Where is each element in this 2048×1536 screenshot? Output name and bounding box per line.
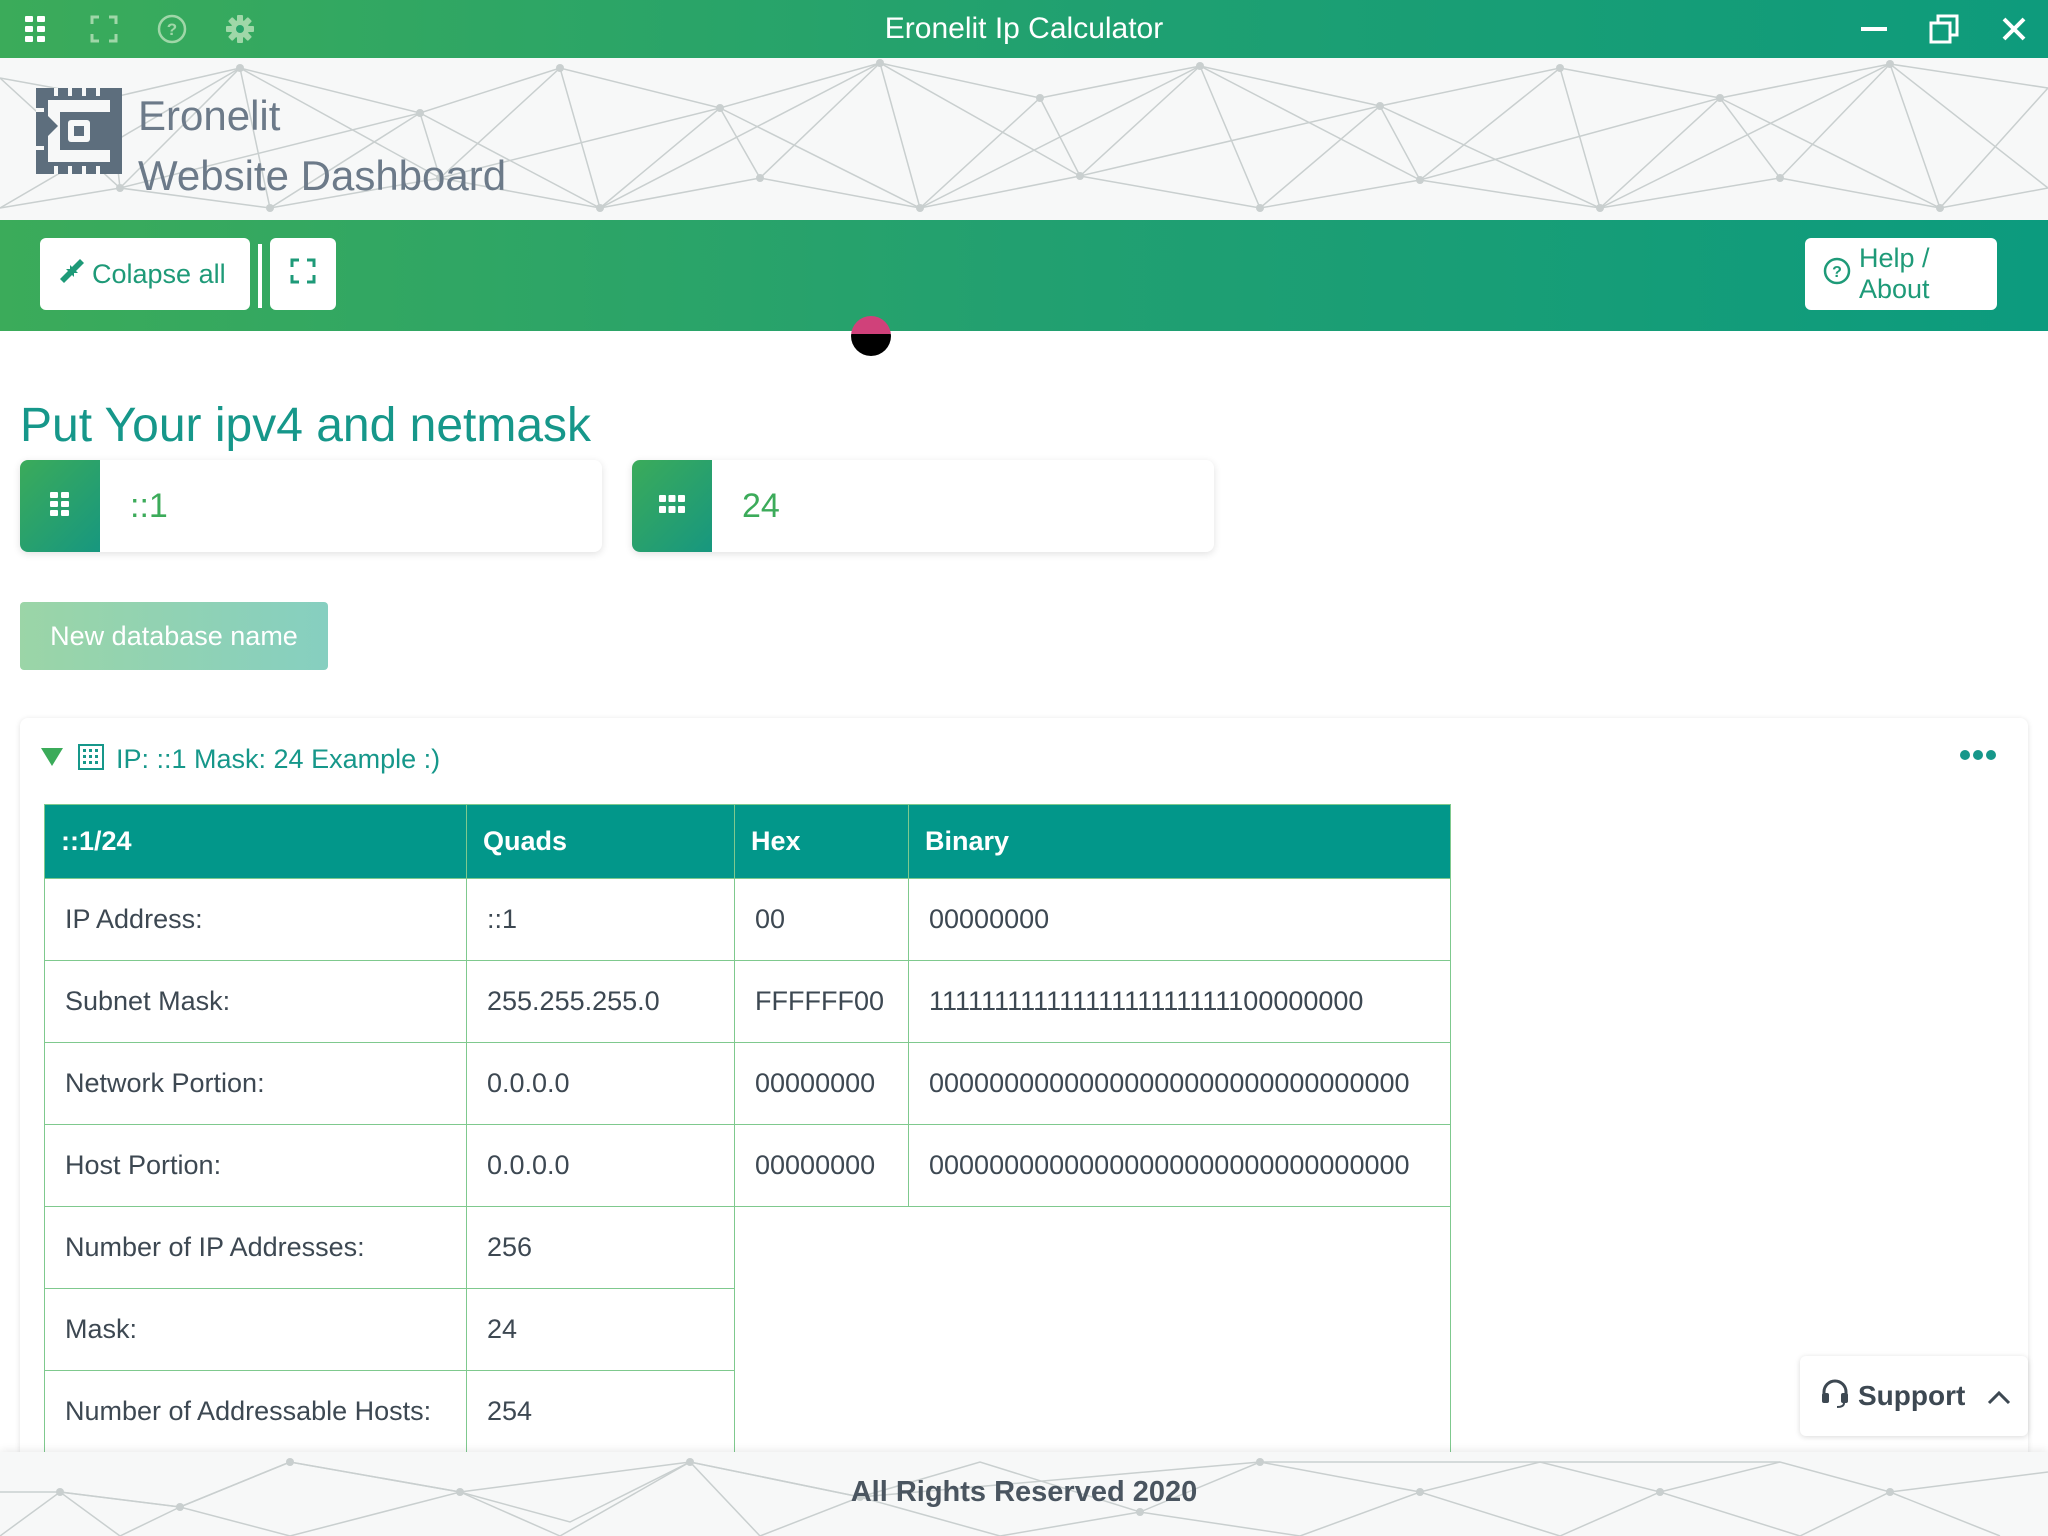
table-row: Number of IP Addresses: 256 xyxy=(44,1206,1451,1453)
column-header: Quads xyxy=(466,804,735,879)
settings-gear-icon[interactable] xyxy=(218,7,262,51)
new-database-name-button[interactable]: New database name xyxy=(20,602,328,670)
table-cell: IP Address: xyxy=(44,878,467,961)
close-icon[interactable] xyxy=(1992,7,2036,51)
question-circle-icon: ? xyxy=(1823,257,1851,292)
ip-addon xyxy=(20,460,100,552)
ip-calc-table: ::1/24 Quads Hex Binary IP Address: ::1 … xyxy=(44,804,1451,1453)
result-card: IP: ::1 Mask: 24 Example :) ::1/24 Quads… xyxy=(20,718,2028,1498)
collapse-triangle-icon[interactable] xyxy=(40,747,64,772)
support-label: Support xyxy=(1858,1380,1966,1411)
help-icon[interactable]: ? xyxy=(150,7,194,51)
svg-text:?: ? xyxy=(1832,264,1842,281)
eronelit-logo xyxy=(34,86,124,181)
table-cell: 255.255.255.0 xyxy=(466,960,735,1043)
grid-pattern-icon xyxy=(78,744,104,775)
compress-arrows-icon xyxy=(58,257,86,292)
apps-grid-icon[interactable] xyxy=(14,7,58,51)
table-cell: Subnet Mask: xyxy=(44,960,467,1043)
table-cell: 11111111111111111111111100000000 xyxy=(908,960,1451,1043)
grid-dots-icon xyxy=(659,494,685,518)
fullscreen-icon[interactable] xyxy=(82,7,126,51)
expand-icon xyxy=(290,258,316,291)
collapse-all-button[interactable]: Colapse all xyxy=(40,238,250,310)
mask-input-group xyxy=(632,460,1214,552)
table-cell: ::1 xyxy=(466,878,735,961)
table-cell: 0.0.0.0 xyxy=(466,1042,735,1125)
more-options-icon[interactable] xyxy=(1960,750,1996,760)
table-cell: 00 xyxy=(734,878,909,961)
page-heading: Put Your ipv4 and netmask xyxy=(20,399,592,452)
table-row: Network Portion: 0.0.0.0 00000000 000000… xyxy=(44,1042,1451,1125)
table-cell: 00000000 xyxy=(908,878,1451,961)
table-cell: Network Portion: xyxy=(44,1042,467,1125)
headset-icon xyxy=(1820,1378,1850,1415)
table-cell: Mask: xyxy=(44,1288,467,1371)
table-cell: 00000000000000000000000000000000 xyxy=(908,1042,1451,1125)
minimize-icon[interactable] xyxy=(1852,7,1896,51)
window-title: Eronelit Ip Calculator xyxy=(884,12,1164,45)
netmask-input[interactable] xyxy=(712,460,1214,552)
table-cell: 24 xyxy=(466,1288,735,1371)
empty-cell xyxy=(734,1206,1451,1453)
column-header: Binary xyxy=(908,804,1451,879)
footer: All Rights Reserved 2020 xyxy=(0,1452,2048,1536)
column-header: Hex xyxy=(734,804,909,879)
table-cell: 254 xyxy=(466,1370,735,1453)
table-row: Subnet Mask: 255.255.255.0 FFFFFF00 1111… xyxy=(44,960,1451,1043)
column-header: ::1/24 xyxy=(44,804,467,879)
title-bar: ? Eronelit Ip Calculator xyxy=(0,0,2048,58)
help-about-button[interactable]: ? Help / About xyxy=(1805,238,1997,310)
card-title: IP: ::1 Mask: 24 Example :) xyxy=(116,744,441,774)
brand-name: Eronelit xyxy=(138,92,281,139)
ip-input-group xyxy=(20,460,602,552)
table-cell: 256 xyxy=(466,1206,735,1289)
table-row: Host Portion: 0.0.0.0 00000000 000000000… xyxy=(44,1124,1451,1207)
table-cell: 00000000 xyxy=(734,1042,909,1125)
collapse-all-label: Colapse all xyxy=(92,258,226,289)
table-cell: 00000000 xyxy=(734,1124,909,1207)
mask-addon xyxy=(632,460,712,552)
table-cell: FFFFFF00 xyxy=(734,960,909,1043)
chevron-up-icon xyxy=(1987,1380,2011,1412)
grid-dots-icon xyxy=(50,491,70,521)
table-cell: Number of IP Addresses: xyxy=(44,1206,467,1289)
svg-text:?: ? xyxy=(167,20,177,39)
toolbar-divider xyxy=(258,244,262,308)
table-row: IP Address: ::1 00 00000000 xyxy=(44,878,1451,961)
support-widget-button[interactable]: Support xyxy=(1800,1356,2028,1436)
table-cell: Number of Addressable Hosts: xyxy=(44,1370,467,1453)
table-cell: Host Portion: xyxy=(44,1124,467,1207)
restore-icon[interactable] xyxy=(1922,7,1966,51)
expand-button[interactable] xyxy=(270,238,336,310)
help-about-label: Help / About xyxy=(1859,243,1930,304)
ip-address-input[interactable] xyxy=(100,460,602,552)
table-cell: 00000000000000000000000000000000 xyxy=(908,1124,1451,1207)
table-cell: 0.0.0.0 xyxy=(466,1124,735,1207)
app-header: Eronelit Website Dashboard xyxy=(0,58,2048,220)
footer-copyright: All Rights Reserved 2020 xyxy=(850,1476,1198,1508)
brand-subtitle: Website Dashboard xyxy=(138,152,507,199)
status-dot xyxy=(851,316,891,356)
table-header-row: ::1/24 Quads Hex Binary xyxy=(44,804,1451,879)
toolbar: Colapse all ? Help / About xyxy=(0,220,2048,331)
